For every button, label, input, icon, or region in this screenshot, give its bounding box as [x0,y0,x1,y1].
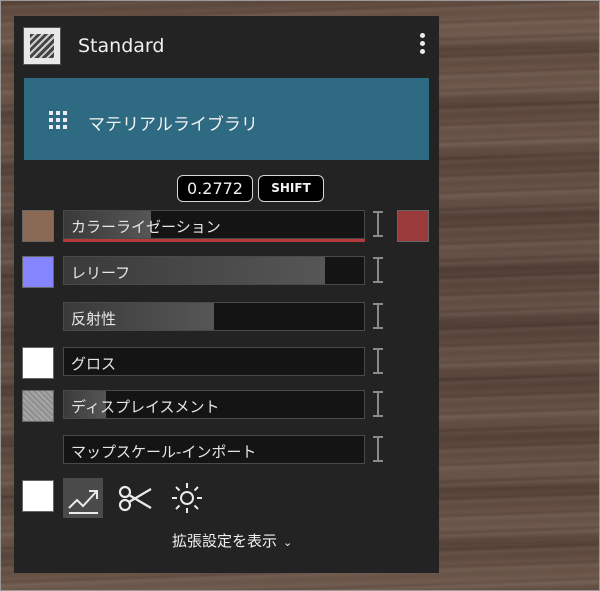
material-thumbnail[interactable] [23,27,61,65]
ibeam-icon[interactable] [373,390,383,418]
kebab-menu-icon[interactable] [417,33,427,59]
ibeam-icon[interactable] [373,347,383,375]
displacement-swatch[interactable] [22,390,54,422]
hatched-material-icon [30,34,54,58]
slider-label: ディスプレイスメント [71,398,220,416]
ibeam-icon[interactable] [373,435,383,463]
map-scale-import-slider[interactable]: マップスケール-インポート [63,435,365,464]
material-name[interactable]: Standard [78,35,164,57]
colorization-slider[interactable]: カラーライゼーション [63,210,365,239]
displacement-slider[interactable]: ディスプレイスメント [63,390,365,419]
shift-badge: SHIFT [258,175,324,202]
advanced-label: 拡張設定を表示 [172,532,278,550]
ibeam-icon[interactable] [373,302,383,330]
slider-label: グロス [71,355,117,373]
sun-icon[interactable] [167,478,207,518]
material-library-label: マテリアルライブラリ [88,115,258,135]
ibeam-icon[interactable] [373,210,383,238]
panel-header: Standard [14,16,439,74]
reflectivity-slider[interactable]: 反射性 [63,302,365,331]
material-library-button[interactable]: マテリアルライブラリ [24,78,429,160]
slider-label: カラーライゼーション [71,218,221,236]
grid-icon [49,111,67,129]
ibeam-icon[interactable] [373,256,383,284]
white-swatch[interactable] [22,480,54,512]
colorization-underline [63,239,365,242]
scissors-icon[interactable] [115,478,155,518]
chevron-down-icon: ⌄ [283,536,293,549]
colorization-swatch[interactable] [22,210,54,242]
uv-mapping-icon[interactable] [63,478,103,518]
relief-swatch[interactable] [22,256,54,288]
gloss-swatch[interactable] [22,347,54,379]
colorization-target-swatch[interactable] [397,210,429,242]
material-panel: Standard マテリアルライブラリ 0.2772 SHIFT カラーライゼー… [14,16,439,573]
gloss-slider[interactable]: グロス [63,347,365,376]
value-readout: 0.2772 [177,175,253,202]
slider-label: 反射性 [71,310,117,328]
relief-slider[interactable]: レリーフ [63,256,365,285]
slider-label: レリーフ [71,264,131,282]
show-advanced-settings-link[interactable]: 拡張設定を表示 ⌄ [172,530,292,551]
slider-label: マップスケール-インポート [71,443,257,461]
